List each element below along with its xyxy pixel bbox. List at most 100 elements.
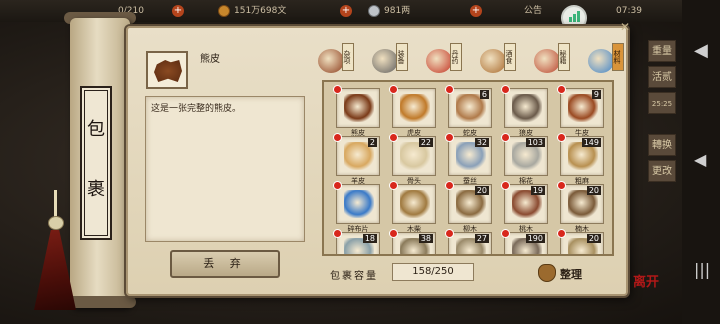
menu-lines-icon[interactable]: ||| <box>694 260 710 279</box>
new-item-dot <box>445 133 454 142</box>
item-count: 149 <box>581 138 601 147</box>
new-item-dot <box>501 85 510 94</box>
side-tab[interactable]: 更改 <box>648 160 676 182</box>
new-item-dot <box>445 181 454 190</box>
item-count: 18 <box>362 234 377 243</box>
item-slot[interactable]: 103 <box>501 133 548 176</box>
item-slot[interactable] <box>501 85 548 128</box>
side-tab[interactable]: 活贰 <box>648 66 676 88</box>
category-label: 秘籍 <box>558 43 570 71</box>
side-tab: 25:25 <box>648 92 676 114</box>
item-count: 2 <box>367 138 377 147</box>
item-count: 190 <box>525 234 545 243</box>
item-slot[interactable] <box>333 85 380 128</box>
new-item-dot <box>557 133 566 142</box>
leave-logo[interactable]: 离开 <box>630 276 662 302</box>
item-slot[interactable]: 2 <box>333 133 380 176</box>
background-side-tabs: 重量 活贰 25:25 轉换 更改 <box>648 40 678 186</box>
item-count: 19 <box>530 186 545 195</box>
new-item-dot <box>389 229 398 238</box>
item-count: 22 <box>418 138 433 147</box>
new-item-dot <box>333 133 342 142</box>
new-item-dot <box>557 181 566 190</box>
item-slot[interactable]: 190 <box>501 229 548 254</box>
item-count: 6 <box>479 90 489 99</box>
item-slot[interactable]: 18 <box>333 229 380 254</box>
category-label: 杂项 <box>342 43 354 71</box>
back-nav-icon[interactable]: ◀ <box>694 40 708 61</box>
new-item-dot <box>445 85 454 94</box>
copper-display: 151万698文 <box>218 4 286 18</box>
new-item-dot <box>501 229 510 238</box>
item-slot[interactable]: 19 <box>501 181 548 224</box>
category-tab[interactable]: 材料 <box>588 43 640 77</box>
category-tab[interactable]: 秘籍 <box>534 43 586 77</box>
item-count: 20 <box>474 186 489 195</box>
item-slot[interactable]: 20 <box>557 229 604 254</box>
item-description: 这是一张完整的熊皮。 <box>151 104 242 114</box>
item-count: 103 <box>525 138 545 147</box>
tassel-decoration <box>30 190 90 310</box>
item-count: 32 <box>474 138 489 147</box>
category-tab[interactable]: 装备 <box>372 43 424 77</box>
new-item-dot <box>389 181 398 190</box>
bear-hide-icon <box>344 94 374 122</box>
item-slot[interactable] <box>333 181 380 224</box>
new-item-dot <box>389 133 398 142</box>
arrow-left-icon[interactable]: ◀ <box>694 150 706 169</box>
bear-hide-icon <box>154 60 182 82</box>
cloth-scrap-icon <box>344 190 374 218</box>
item-count: 27 <box>474 234 489 243</box>
add-silver-button[interactable]: + <box>470 4 482 18</box>
category-tab[interactable]: 杂项 <box>318 43 370 77</box>
category-tab[interactable]: 丹药 <box>426 43 478 77</box>
new-item-dot <box>557 85 566 94</box>
new-item-dot <box>333 85 342 94</box>
item-slot[interactable] <box>389 85 436 128</box>
clock: 07:39 <box>616 6 642 16</box>
add-copper-button[interactable]: + <box>340 4 352 18</box>
close-icon[interactable]: ✕ <box>620 20 634 34</box>
new-item-dot <box>445 229 454 238</box>
new-item-dot <box>333 181 342 190</box>
notice-button[interactable]: 公告 <box>524 4 542 18</box>
firewood-icon <box>400 190 430 218</box>
item-slot[interactable]: 38 <box>389 229 436 254</box>
silver-display: 981两 <box>368 4 410 18</box>
side-tab[interactable]: 重量 <box>648 40 676 62</box>
new-item-dot <box>501 133 510 142</box>
selected-item-icon <box>146 51 188 89</box>
sort-button[interactable]: 整理 <box>536 262 598 284</box>
category-label: 酒食 <box>504 43 516 71</box>
new-item-dot <box>557 229 566 238</box>
new-item-dot <box>389 85 398 94</box>
item-slot[interactable]: 20 <box>445 181 492 224</box>
new-item-dot <box>333 229 342 238</box>
item-slot[interactable] <box>389 181 436 224</box>
item-count: 20 <box>586 186 601 195</box>
item-slot[interactable]: 9 <box>557 85 604 128</box>
tiger-hide-icon <box>400 94 430 122</box>
discard-button[interactable]: 丢 弃 <box>170 250 280 278</box>
category-tab[interactable]: 酒食 <box>480 43 532 77</box>
item-count: 9 <box>591 90 601 99</box>
item-slot[interactable]: 22 <box>389 133 436 176</box>
capacity-label: 包裹容量 <box>330 271 378 282</box>
item-slot[interactable]: 20 <box>557 181 604 224</box>
side-tab[interactable]: 轉换 <box>648 134 676 156</box>
add-counter-button[interactable]: + <box>172 4 184 18</box>
category-label: 装备 <box>396 43 408 71</box>
item-count: 20 <box>586 234 601 243</box>
item-slot[interactable]: 149 <box>557 133 604 176</box>
category-label: 丹药 <box>450 43 462 71</box>
item-slot[interactable]: 27 <box>445 229 492 254</box>
category-label: 材料 <box>612 43 624 71</box>
coin-icon <box>218 4 230 17</box>
item-slot[interactable]: 32 <box>445 133 492 176</box>
item-count: 38 <box>418 234 433 243</box>
bag-icon <box>538 264 556 282</box>
silver-icon <box>368 4 380 17</box>
game-screen: 0/210 + 151万698文 + 981两 + 公告 07:39 重量 活贰… <box>0 0 720 324</box>
item-slot[interactable]: 6 <box>445 85 492 128</box>
selected-item-name: 熊皮 <box>200 54 220 65</box>
